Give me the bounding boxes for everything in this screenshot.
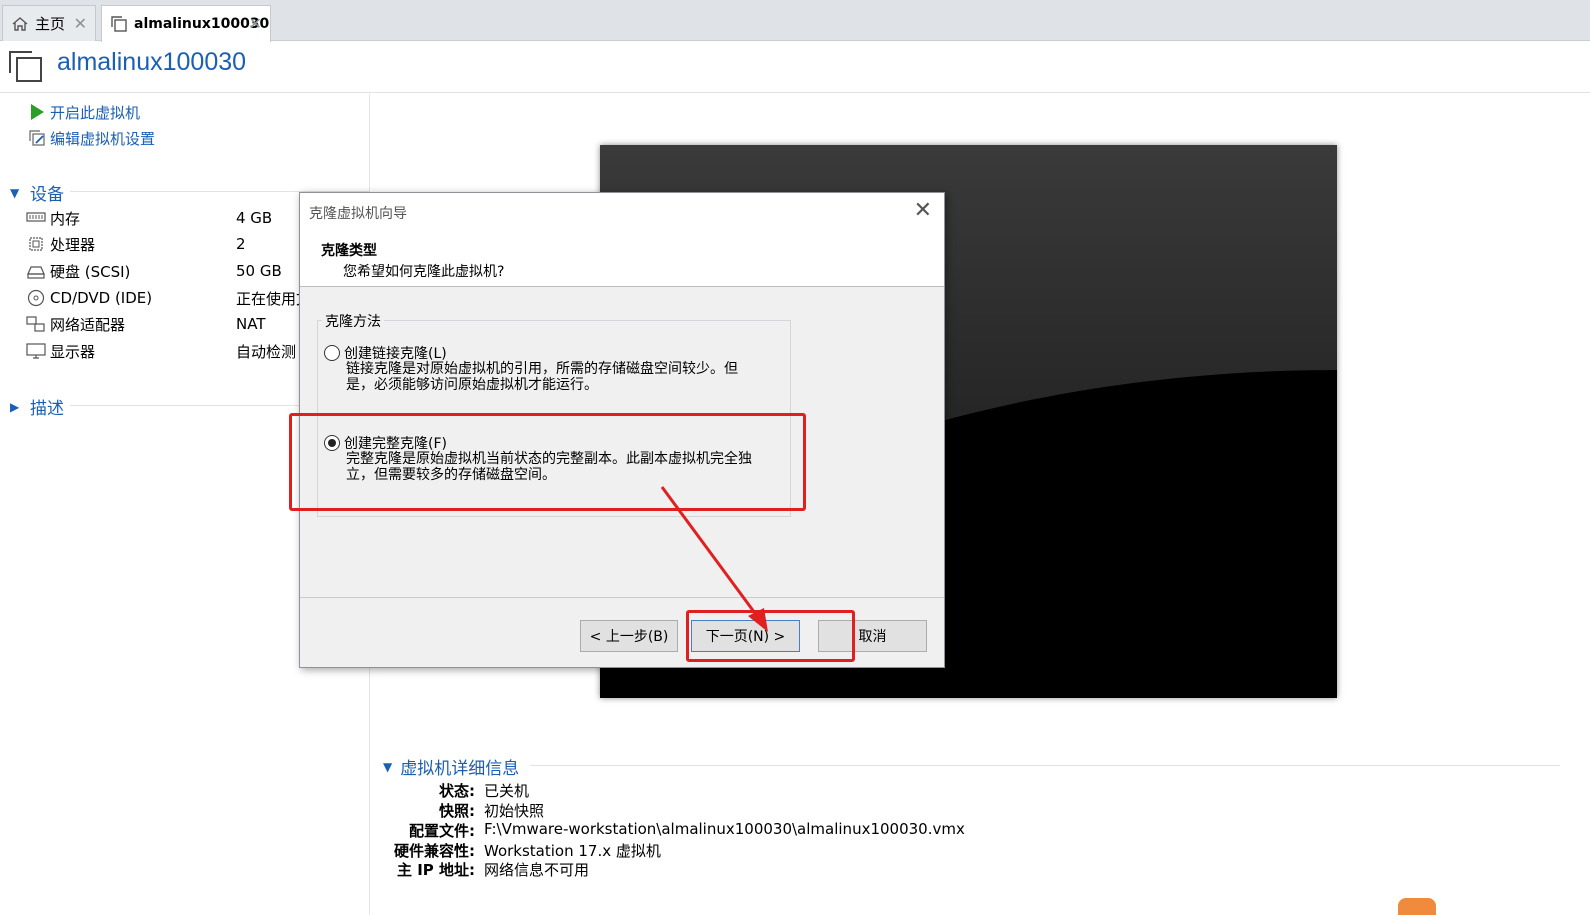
vm-icon [110,15,128,33]
details-section-toggle[interactable]: ▼ 虚拟机详细信息 [383,754,519,779]
detail-value: Workstation 17.x 虚拟机 [484,842,661,860]
close-icon[interactable]: ✕ [74,14,87,33]
dialog-subheading: 您希望如何克隆此虚拟机? [343,264,505,280]
cd-icon [26,289,46,307]
detail-value: 初始快照 [484,802,545,820]
details-section-title: 虚拟机详细信息 [400,759,520,779]
device-name: 网络适配器 [50,315,126,334]
detail-value: 网络信息不可用 [484,861,590,879]
vm-title-row: almalinux100030 [0,41,1590,93]
dialog-heading: 克隆类型 [321,243,377,259]
detail-row-status: 状态: 已关机 [0,780,1590,800]
device-name: 处理器 [50,235,96,254]
detail-label: 主 IP 地址: [396,861,475,879]
description-line: 链接克隆是对原始虚拟机的引用，所需的存储磁盘空间较少。但 [346,361,738,377]
disk-icon [26,262,46,280]
play-icon [28,103,46,121]
close-icon[interactable]: ✕ [914,198,932,223]
section-divider [530,765,1560,766]
device-name: 内存 [50,209,81,228]
edit-settings-icon [28,129,46,147]
annotation-box-full-clone [289,413,806,511]
radio-button[interactable] [324,345,340,361]
dialog-header: 克隆类型 您希望如何克隆此虚拟机? [300,228,944,287]
device-name: 硬盘 (SCSI) [50,262,131,281]
tab-bar: 主页 ✕ almalinux100030 ✕ [0,0,1590,42]
monitor-icon [26,342,46,360]
detail-row-ip: 主 IP 地址: 网络信息不可用 [0,859,1590,879]
tab-home[interactable]: 主页 ✕ [2,5,96,41]
detail-value: F:\Vmware-workstation\almalinux100030\al… [484,820,965,838]
chevron-down-icon: ▼ [10,185,20,200]
power-on-label: 开启此虚拟机 [50,103,141,122]
detail-value: 已关机 [484,782,530,800]
overlay-badge [1398,898,1436,915]
detail-label: 快照: [439,802,475,820]
home-icon [11,15,29,33]
edit-settings-label: 编辑虚拟机设置 [50,129,156,148]
description-section-title: 描述 [30,399,64,419]
dialog-titlebar[interactable]: 克隆虚拟机向导 ✕ [300,193,944,228]
footer-divider [300,597,944,598]
annotation-box-next [686,610,855,662]
network-icon [26,315,46,333]
detail-label: 配置文件: [409,822,475,840]
device-name: 显示器 [50,342,96,361]
devices-section-toggle[interactable]: ▼ 设备 [10,180,64,205]
back-button[interactable]: < 上一步(B) [580,620,678,652]
detail-row-snapshot: 快照: 初始快照 [0,800,1590,820]
linked-clone-label: 创建链接克隆(L) [344,346,447,362]
tab-label: 主页 [35,15,66,33]
cpu-icon [26,235,46,253]
detail-row-config: 配置文件: F:\Vmware-workstation\almalinux100… [0,820,1590,840]
detail-label: 状态: [439,782,475,800]
vm-icon [7,49,43,83]
devices-section-title: 设备 [30,185,64,205]
chevron-down-icon: ▼ [383,759,393,774]
close-icon[interactable]: ✕ [249,14,262,33]
power-on-button[interactable]: 开启此虚拟机 [28,101,140,123]
edit-settings-button[interactable]: 编辑虚拟机设置 [28,127,155,149]
linked-clone-radio[interactable]: 创建链接克隆(L) [324,343,447,363]
memory-icon [26,209,46,227]
chevron-right-icon: ▶ [10,399,20,414]
group-label: 克隆方法 [322,311,384,331]
page-title: almalinux100030 [57,48,247,76]
tab-vm[interactable]: almalinux100030 ✕ [101,5,271,42]
detail-label: 硬件兼容性: [394,842,475,860]
description-section-toggle[interactable]: ▶ 描述 [10,394,64,419]
linked-clone-description: 链接克隆是对原始虚拟机的引用，所需的存储磁盘空间较少。但 是，必须能够访问原始虚… [346,361,786,393]
dialog-title: 克隆虚拟机向导 [309,206,407,222]
detail-row-compat: 硬件兼容性: Workstation 17.x 虚拟机 [0,840,1590,860]
device-name: CD/DVD (IDE) [50,289,153,307]
description-line: 是，必须能够访问原始虚拟机才能运行。 [346,377,598,393]
